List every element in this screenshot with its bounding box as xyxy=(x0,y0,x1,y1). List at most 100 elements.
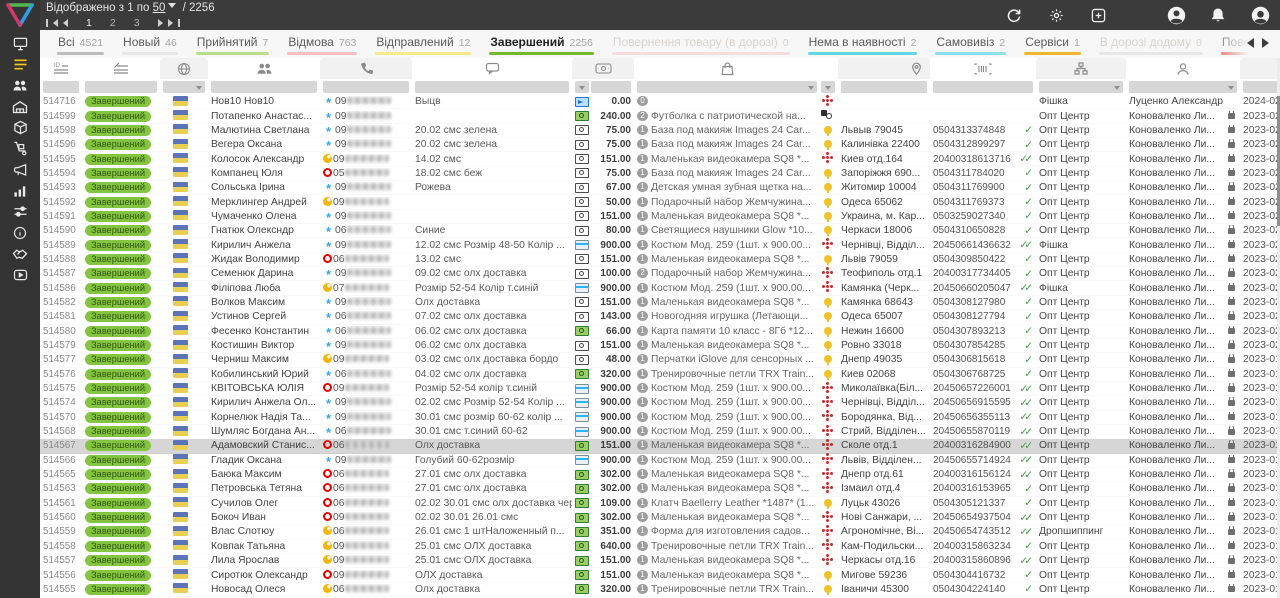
first-page-button[interactable] xyxy=(46,19,68,27)
col-status-header[interactable] xyxy=(82,58,160,79)
settings-gear-icon[interactable] xyxy=(1046,5,1066,25)
tab-всі[interactable]: Всі4521 xyxy=(48,30,113,58)
tab-повернення-товару-в-дорозі-[interactable]: Повернення товару (в дорозі)0 xyxy=(603,30,799,58)
table-row[interactable]: 514577ЗавершенийЧерниш Максим0903.02 смс… xyxy=(40,353,1280,367)
table-row[interactable]: 514590ЗавершенийГнатюк Олексндр*06Синие8… xyxy=(40,224,1280,238)
col-order-id-header[interactable]: ID xyxy=(40,58,82,79)
col-tracking-header[interactable] xyxy=(930,58,1036,79)
col-country-header[interactable] xyxy=(160,58,208,79)
table-row[interactable]: 514560ЗавершенийБокоч Иван0902.02 30.01 … xyxy=(40,511,1280,525)
tab-відмова[interactable]: Відмова763 xyxy=(278,30,366,58)
table-row[interactable]: 514594ЗавершенийКомпанец Юля0518.02 смс … xyxy=(40,167,1280,181)
app-logo[interactable] xyxy=(5,2,35,28)
table-row[interactable]: 514593ЗавершенийСольська Ірина*09Рожева6… xyxy=(40,181,1280,195)
table-row[interactable]: 514559ЗавершенийВлас Слотюу0626.01 смс 1… xyxy=(40,525,1280,539)
col-phone-header[interactable] xyxy=(320,58,412,79)
table-row[interactable]: 514595ЗавершенийКолосок Александр0914.02… xyxy=(40,152,1280,166)
table-row[interactable]: 514570ЗавершенийКорнелюк Надія Та...*093… xyxy=(40,411,1280,425)
notifications-bell-icon[interactable] xyxy=(1208,5,1228,25)
table-row[interactable]: 514587ЗавершенийСеменюк Дарина*0909.02 с… xyxy=(40,267,1280,281)
table-row[interactable]: 514558ЗавершенийКовпак Татьяна0925.01 см… xyxy=(40,540,1280,554)
table-row[interactable]: 514596ЗавершенийВегера Оксана*0920.02 см… xyxy=(40,138,1280,152)
col-date-header[interactable] xyxy=(1240,58,1280,79)
table-row[interactable]: 514555ЗавершенийНовосад Олеся06Олх доста… xyxy=(40,583,1280,597)
filter-amount[interactable] xyxy=(591,81,631,93)
filter-date[interactable] xyxy=(1243,81,1280,93)
page-2-button[interactable]: 2 xyxy=(110,17,116,29)
table-row[interactable]: 514563ЗавершенийПетровська Тетяна0627.01… xyxy=(40,482,1280,496)
table-row[interactable]: 514566ЗавершенийГладик Оксана*09Голубий … xyxy=(40,454,1280,468)
table-row[interactable]: 514575ЗавершенийКВІТОВСЬКА ЮЛІЯ09Розмір … xyxy=(40,382,1280,396)
table-row[interactable]: 514556ЗавершенийСиротюк Олександр09ОЛХ д… xyxy=(40,568,1280,582)
table-row[interactable]: 514599ЗавершенийПотапенко Анастас...*092… xyxy=(40,109,1280,123)
page-size-dropdown[interactable]: 50 xyxy=(153,2,166,14)
filter-fulfillment[interactable] xyxy=(1039,81,1123,93)
sidebar-item-customers[interactable] xyxy=(7,78,33,93)
table-row[interactable]: 514591ЗавершенийЧумаченко Олена*09151.00… xyxy=(40,210,1280,224)
col-manager-header[interactable] xyxy=(1126,58,1240,79)
table-row[interactable]: 514576ЗавершенийКобилинський Юрий*0604.0… xyxy=(40,368,1280,382)
filter-status[interactable] xyxy=(85,81,157,93)
tabs-scroll-left-icon[interactable] xyxy=(1242,38,1254,48)
filter-delivery[interactable] xyxy=(821,81,835,93)
filter-comment[interactable] xyxy=(415,81,569,93)
refresh-icon[interactable] xyxy=(1004,5,1024,25)
tab-самовивіз[interactable]: Самовивіз2 xyxy=(926,30,1015,58)
col-comment-header[interactable] xyxy=(412,58,572,79)
sidebar-item-video[interactable] xyxy=(7,267,33,282)
add-new-icon[interactable] xyxy=(1088,5,1108,25)
tab-відправлений[interactable]: Відправлений12 xyxy=(366,30,480,58)
col-delivery-header[interactable] xyxy=(820,58,838,79)
col-fulfillment-header[interactable] xyxy=(1036,58,1126,79)
table-row[interactable]: 514582ЗавершенийВолков Максим*09Олх дост… xyxy=(40,296,1280,310)
filter-payment-type[interactable] xyxy=(575,81,589,93)
col-products-header[interactable] xyxy=(634,58,820,79)
table-row[interactable]: 514557ЗавершенийЛила Ярослав0925.01 смс … xyxy=(40,554,1280,568)
sidebar-item-warehouse[interactable] xyxy=(7,99,33,114)
sidebar-item-dashboard[interactable] xyxy=(7,36,33,51)
table-row[interactable]: 514592ЗавершенийМерклингер Андрей0950.00… xyxy=(40,195,1280,209)
col-payment-header[interactable] xyxy=(572,58,634,79)
filter-customer[interactable] xyxy=(211,81,317,93)
tab-в-дорозі-додому[interactable]: В дорозі додому0 xyxy=(1090,30,1212,58)
sidebar-item-statistics[interactable] xyxy=(7,183,33,198)
tab-прийнятий[interactable]: Прийнятий7 xyxy=(187,30,279,58)
sidebar-item-suppliers[interactable] xyxy=(7,141,33,156)
table-row[interactable]: 514586ЗавершенийФіліпова Люба07Розмір 52… xyxy=(40,281,1280,295)
table-row[interactable]: 514567ЗавершенийАдамовский Станис...06Ол… xyxy=(40,439,1280,453)
table-row[interactable]: 514561ЗавершенийСучилов Олег0602.02 30.0… xyxy=(40,497,1280,511)
filter-country[interactable] xyxy=(163,81,205,93)
support-headset-icon[interactable] xyxy=(1250,5,1270,25)
filter-order-id[interactable] xyxy=(43,81,79,93)
filter-products[interactable] xyxy=(637,81,817,93)
user-account-icon[interactable] xyxy=(1166,5,1186,25)
table-row[interactable]: 514579ЗавершенийКостишин Виктор*0906.02 … xyxy=(40,339,1280,353)
filter-city[interactable] xyxy=(841,81,927,93)
table-row[interactable]: 514581ЗавершенийУстинов Сергей*0607.02 с… xyxy=(40,310,1280,324)
table-row[interactable]: 514589ЗавершенийКирилич Анжела*0912.02 с… xyxy=(40,238,1280,252)
tab-завершений[interactable]: Завершений2256 xyxy=(480,30,602,58)
tab-новый[interactable]: Новый46 xyxy=(113,30,187,58)
sidebar-item-integrations[interactable] xyxy=(7,204,33,219)
sidebar-item-info[interactable] xyxy=(7,225,33,240)
col-customer-header[interactable] xyxy=(208,58,320,79)
sidebar-item-products[interactable] xyxy=(7,120,33,135)
table-row[interactable]: 514716ЗавершенийНов10 Нов10*09Выцв0.000Ф… xyxy=(40,95,1280,109)
tab-нема-в-наявності[interactable]: Нема в наявності2 xyxy=(799,30,927,58)
table-row[interactable]: 514568ЗавершенийШумляс Богдана Ан...*063… xyxy=(40,425,1280,439)
page-1-button[interactable]: 1 xyxy=(86,17,92,29)
page-3-button[interactable]: 3 xyxy=(134,17,140,29)
sidebar-item-orders[interactable] xyxy=(7,57,33,72)
table-row[interactable]: 514588ЗавершенийЖидак Володимир0613.02 с… xyxy=(40,253,1280,267)
table-row[interactable]: 514565ЗавершенийБаюка Максим0627.01 смс … xyxy=(40,468,1280,482)
col-city-header[interactable] xyxy=(838,58,930,79)
tabs-scroll-right-icon[interactable] xyxy=(1262,38,1274,48)
filter-manager[interactable] xyxy=(1129,81,1237,93)
filter-tracking[interactable] xyxy=(933,81,1033,93)
filter-phone[interactable] xyxy=(323,81,409,93)
last-page-button[interactable] xyxy=(158,19,180,27)
sidebar-item-partners[interactable] xyxy=(7,246,33,261)
table-row[interactable]: 514598ЗавершенийМалютина Светлана*0920.0… xyxy=(40,124,1280,138)
sidebar-item-marketing[interactable] xyxy=(7,162,33,177)
table-row[interactable]: 514574ЗавершенийКирилич Анжела Ол...*090… xyxy=(40,396,1280,410)
